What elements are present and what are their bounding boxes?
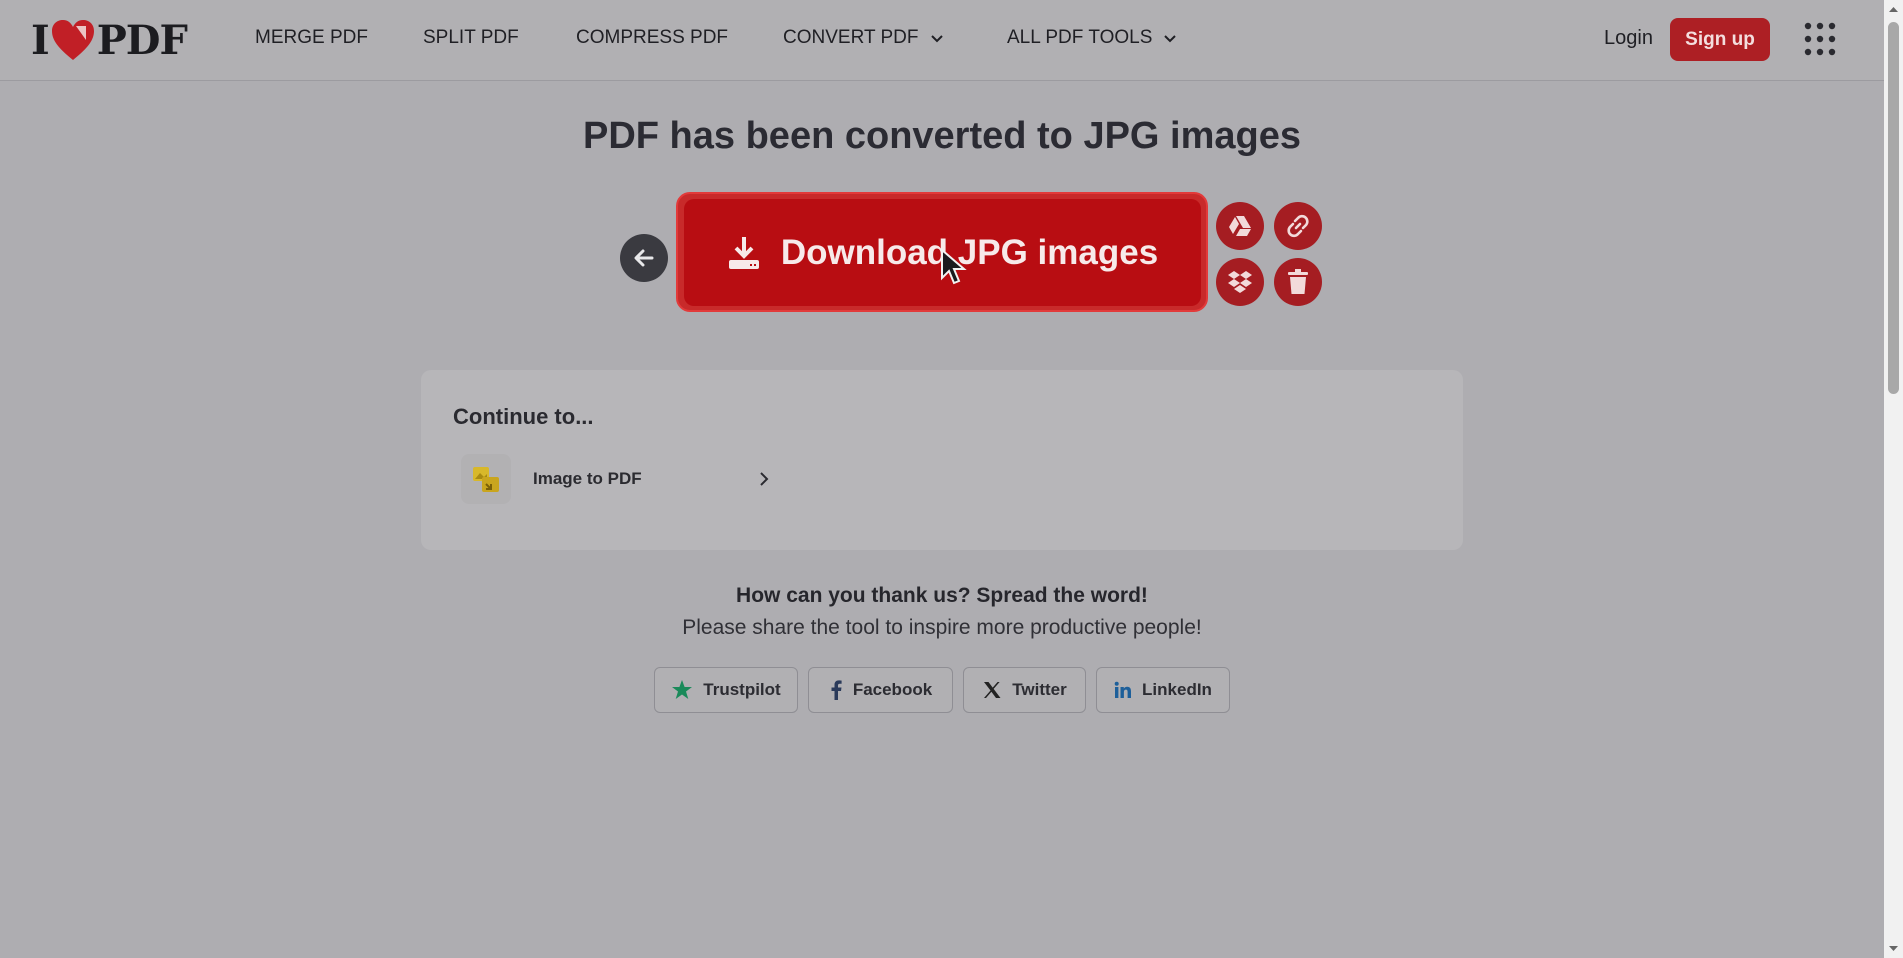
image-to-pdf-icon	[461, 454, 511, 504]
copy-link-button[interactable]	[1274, 202, 1322, 250]
link-icon	[1287, 214, 1309, 238]
continue-item-label: Image to PDF	[533, 469, 642, 488]
save-to-google-drive-button[interactable]	[1216, 202, 1264, 250]
share-text: Please share the tool to inspire more pr…	[682, 616, 1202, 639]
share-twitter-button[interactable]: Twitter	[963, 667, 1086, 713]
heart-logo-icon	[51, 20, 94, 60]
x-twitter-icon	[984, 682, 1001, 698]
logo-pdf: PDF	[96, 16, 188, 64]
scroll-up-arrow-icon[interactable]	[1888, 4, 1899, 15]
dropbox-icon	[1228, 271, 1252, 293]
signup-button[interactable]: Sign up	[1670, 18, 1770, 61]
arrow-left-icon	[634, 249, 654, 267]
chevron-down-icon	[1164, 35, 1177, 43]
back-button[interactable]	[620, 234, 668, 282]
save-to-dropbox-button[interactable]	[1216, 258, 1264, 306]
google-drive-icon	[1229, 216, 1251, 236]
nav-convert-pdf[interactable]: CONVERT PDF	[783, 27, 945, 49]
nav-merge-pdf[interactable]: MERGE PDF	[255, 27, 368, 49]
download-icon	[728, 236, 759, 269]
facebook-icon	[831, 680, 842, 700]
continue-to-card: Continue to... Image to PDF	[421, 370, 1463, 550]
login-link[interactable]: Login	[1604, 27, 1653, 50]
nav-all-pdf-tools[interactable]: ALL PDF TOOLS	[1007, 27, 1178, 49]
thanks-heading: How can you thank us? Spread the word!	[736, 584, 1148, 607]
logo-letter-i: I	[31, 16, 50, 64]
nav-split-pdf[interactable]: SPLIT PDF	[423, 27, 519, 49]
nav-compress-pdf[interactable]: COMPRESS PDF	[576, 27, 728, 49]
trustpilot-star-icon	[672, 680, 693, 699]
share-facebook-button[interactable]: Facebook	[808, 667, 953, 713]
linkedin-label: LinkedIn	[1142, 680, 1212, 699]
vertical-scrollbar[interactable]	[1884, 0, 1903, 958]
top-header: I PDF MERGE PDF SPLIT PDF COMPRESS PDF C…	[0, 0, 1884, 81]
scrollbar-thumb[interactable]	[1888, 22, 1899, 394]
continue-item-image-to-pdf[interactable]: Image to PDF	[461, 452, 771, 506]
nav-merge-pdf-label: MERGE PDF	[255, 27, 368, 48]
delete-files-button[interactable]	[1274, 258, 1322, 306]
page-title: PDF has been converted to JPG images	[583, 115, 1301, 157]
nav-compress-pdf-label: COMPRESS PDF	[576, 27, 729, 48]
nav-convert-pdf-label: CONVERT PDF	[783, 27, 919, 48]
apps-grid-icon[interactable]	[1803, 20, 1837, 58]
share-trustpilot-button[interactable]: Trustpilot	[654, 667, 798, 713]
chevron-right-icon	[760, 472, 769, 486]
ilovepdf-logo[interactable]: I PDF	[31, 16, 188, 64]
facebook-label: Facebook	[852, 680, 933, 699]
linkedin-icon	[1114, 681, 1132, 698]
nav-split-pdf-label: SPLIT PDF	[423, 27, 519, 48]
mouse-pointer-icon	[941, 248, 967, 285]
continue-title: Continue to...	[453, 404, 594, 429]
trustpilot-label: Trustpilot	[703, 680, 781, 699]
trash-icon	[1288, 269, 1308, 294]
twitter-label: Twitter	[1012, 680, 1067, 699]
scroll-down-arrow-icon[interactable]	[1888, 943, 1899, 954]
chevron-down-icon	[930, 35, 943, 43]
share-linkedin-button[interactable]: LinkedIn	[1096, 667, 1230, 713]
nav-all-pdf-tools-label: ALL PDF TOOLS	[1007, 27, 1153, 48]
